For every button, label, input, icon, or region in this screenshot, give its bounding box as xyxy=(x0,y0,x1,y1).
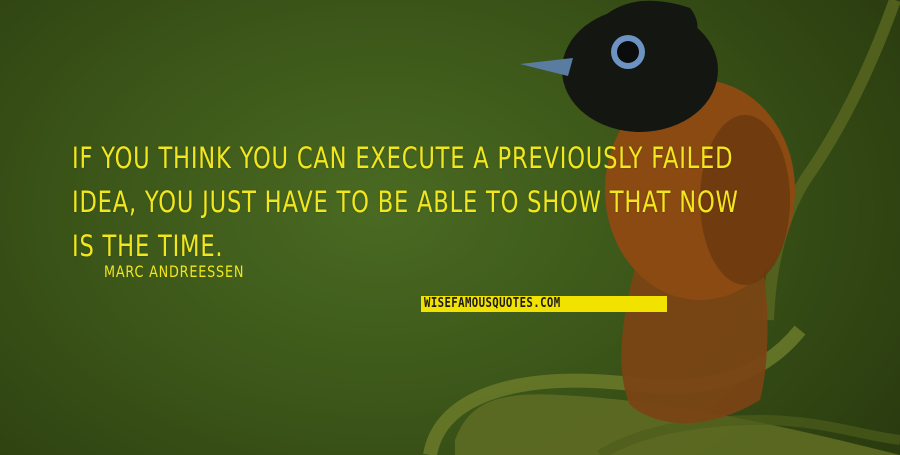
quote-line: IS THE TIME. xyxy=(72,229,224,263)
bird-eye xyxy=(617,41,639,63)
quote-line: IDEA, YOU JUST HAVE TO BE ABLE TO SHOW T… xyxy=(72,185,739,219)
watermark-logo: WISEFAMOUSQUOTES.COM xyxy=(421,296,667,312)
watermark-text: WISEFAMOUSQUOTES.COM xyxy=(424,296,561,311)
quote-text: IF YOU THINK YOU CAN EXECUTE A PREVIOUSL… xyxy=(72,136,836,268)
quote-author: MARC ANDREESSEN xyxy=(104,262,245,281)
bird-beak xyxy=(520,58,573,76)
quote-line: IF YOU THINK YOU CAN EXECUTE A PREVIOUSL… xyxy=(72,141,734,175)
quote-image: IF YOU THINK YOU CAN EXECUTE A PREVIOUSL… xyxy=(0,0,900,455)
